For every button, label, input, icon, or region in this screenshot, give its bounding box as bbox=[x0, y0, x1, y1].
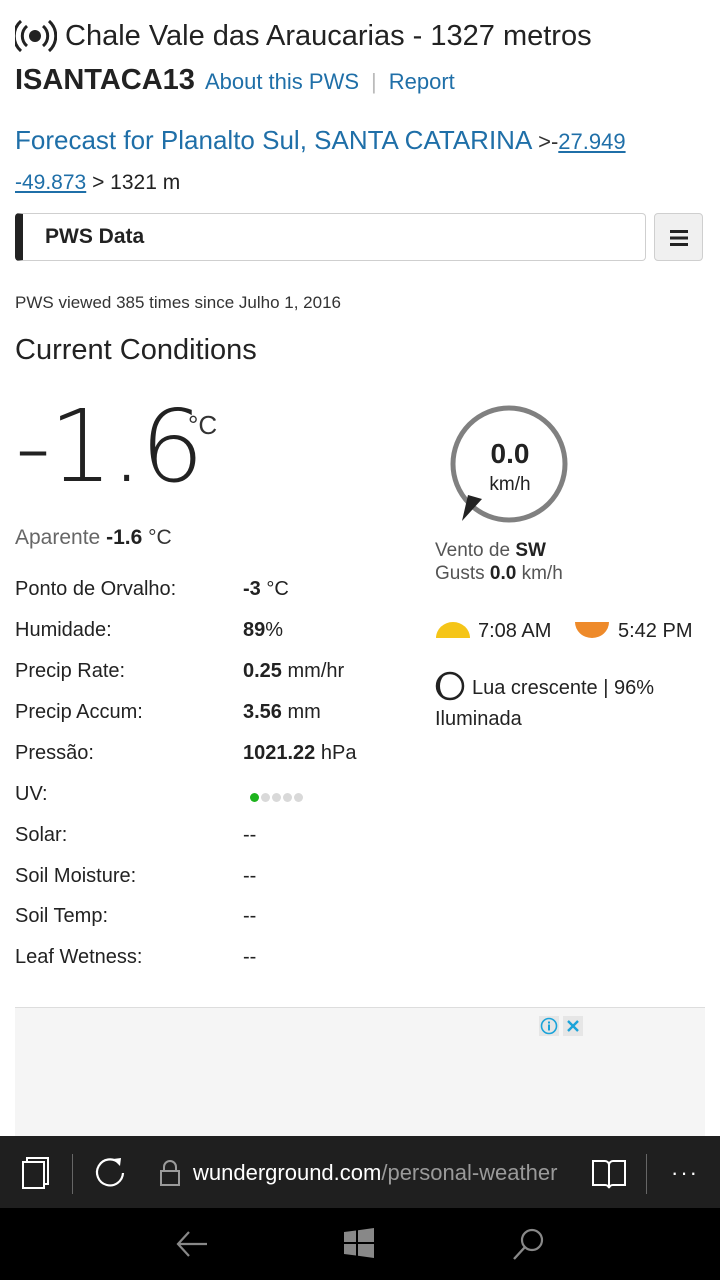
condition-value: -- bbox=[243, 865, 257, 887]
condition-label: UV: bbox=[15, 783, 48, 805]
wind-direction-label: Vento de bbox=[435, 540, 511, 561]
coordinates-line: -49.873 > 1321 m bbox=[15, 171, 180, 195]
moon-phase-text: Lua crescente | 96% Iluminada bbox=[435, 677, 654, 730]
station-id-row: ISANTACA13 About this PWS | Report bbox=[15, 64, 455, 97]
lock-icon bbox=[160, 1160, 180, 1186]
feels-like-value: -1.6 bbox=[106, 526, 143, 549]
uv-dot bbox=[261, 793, 270, 802]
pws-data-dropdown[interactable]: PWS Data bbox=[15, 213, 646, 261]
more-options-icon[interactable]: ··· bbox=[671, 1160, 699, 1186]
condition-label: Precip Accum: bbox=[15, 701, 143, 723]
condition-label: Soil Moisture: bbox=[15, 865, 137, 887]
report-link[interactable]: Report bbox=[389, 69, 455, 95]
sunset-time: 5:42 PM bbox=[618, 620, 693, 642]
condition-row-humidity: Humidade: 89% bbox=[15, 619, 415, 649]
temperature-unit: °C bbox=[188, 410, 218, 440]
sunset-icon bbox=[575, 622, 609, 638]
wind-speed-unit: km/h bbox=[489, 474, 531, 495]
wind-speed: 0.0 bbox=[490, 438, 530, 469]
forecast-arrow: > bbox=[538, 129, 551, 154]
tabs-icon[interactable] bbox=[20, 1156, 52, 1190]
ad-close-icon[interactable] bbox=[563, 1016, 583, 1036]
condition-row-pressure: Pressão: 1021.22 hPa bbox=[15, 742, 415, 772]
forecast-link[interactable]: Forecast for Planalto Sul, SANTA CATARIN… bbox=[15, 125, 531, 155]
wind-direction: Vento de SW bbox=[435, 540, 546, 562]
condition-label: Precip Rate: bbox=[15, 660, 126, 682]
condition-row-solar: Solar: -- bbox=[15, 824, 415, 854]
url-path: /personal-weather bbox=[381, 1160, 558, 1185]
feels-like-unit: °C bbox=[148, 526, 172, 549]
condition-value: -- bbox=[243, 946, 257, 968]
advertisement-area bbox=[15, 1007, 705, 1138]
condition-unit: °C bbox=[266, 578, 289, 600]
condition-label: Humidade: bbox=[15, 619, 112, 641]
refresh-icon[interactable] bbox=[92, 1155, 128, 1191]
condition-label: Solar: bbox=[15, 824, 68, 846]
hamburger-icon bbox=[670, 230, 688, 246]
wind-direction-value: SW bbox=[515, 540, 546, 561]
condition-unit: hPa bbox=[320, 742, 357, 764]
condition-row-precip-accum: Precip Accum: 3.56 mm bbox=[15, 701, 415, 731]
condition-value: -- bbox=[243, 824, 257, 846]
condition-unit: mm/hr bbox=[287, 660, 345, 682]
address-bar[interactable]: wunderground.com/personal-weather bbox=[193, 1160, 557, 1186]
menu-button[interactable] bbox=[654, 213, 703, 261]
sunrise-icon bbox=[436, 622, 470, 638]
toolbar-divider bbox=[72, 1154, 73, 1194]
condition-label: Leaf Wetness: bbox=[15, 946, 143, 968]
condition-value: 0.25 bbox=[243, 660, 282, 682]
uv-dot bbox=[283, 793, 292, 802]
latitude-link[interactable]: 27.949 bbox=[558, 129, 625, 154]
condition-value: 3.56 bbox=[243, 701, 282, 723]
toolbar-divider bbox=[646, 1154, 647, 1194]
about-pws-link[interactable]: About this PWS bbox=[205, 69, 359, 95]
gusts-label: Gusts bbox=[435, 563, 485, 584]
condition-value: -- bbox=[243, 905, 257, 927]
wind-gusts: Gusts 0.0 km/h bbox=[435, 563, 563, 585]
gusts-unit: km/h bbox=[521, 563, 563, 584]
section-title: Current Conditions bbox=[15, 334, 257, 366]
gusts-value: 0.0 bbox=[489, 563, 517, 584]
condition-row-precip-rate: Precip Rate: 0.25 mm/hr bbox=[15, 660, 415, 690]
station-name: Chale Vale das Araucarias - 1327 metros bbox=[65, 19, 592, 52]
condition-row-soil-moisture: Soil Moisture: -- bbox=[15, 865, 415, 895]
station-id: ISANTACA13 bbox=[15, 64, 195, 96]
uv-dot bbox=[272, 793, 281, 802]
forecast-line: Forecast for Planalto Sul, SANTA CATARIN… bbox=[15, 125, 626, 156]
broadcast-icon bbox=[15, 19, 57, 53]
uv-dot bbox=[294, 793, 303, 802]
uv-index-dots bbox=[250, 793, 305, 802]
condition-value: 89 bbox=[243, 619, 266, 641]
feels-like: Aparente -1.6 °C bbox=[15, 526, 172, 550]
condition-row-dewpoint: Ponto de Orvalho: -3 °C bbox=[15, 578, 415, 608]
longitude-link[interactable]: -49.873 bbox=[15, 171, 86, 194]
station-title: Chale Vale das Araucarias - 1327 metros bbox=[15, 18, 592, 54]
dropdown-label: PWS Data bbox=[45, 225, 145, 248]
link-separator: | bbox=[371, 69, 377, 94]
condition-label: Soil Temp: bbox=[15, 905, 109, 927]
sunrise-time: 7:08 AM bbox=[478, 620, 552, 642]
condition-row-uv: UV: bbox=[15, 783, 415, 813]
reading-view-icon[interactable] bbox=[591, 1157, 627, 1191]
uv-dot bbox=[250, 793, 259, 802]
search-icon[interactable] bbox=[511, 1226, 547, 1262]
feels-like-label: Aparente bbox=[15, 526, 101, 549]
temperature-value: -1.6 bbox=[15, 388, 204, 505]
condition-unit: % bbox=[265, 619, 284, 641]
condition-row-leaf-wetness: Leaf Wetness: -- bbox=[15, 946, 415, 976]
back-arrow-icon[interactable] bbox=[175, 1227, 209, 1261]
elevation-text: > 1321 m bbox=[92, 171, 181, 194]
condition-label: Ponto de Orvalho: bbox=[15, 578, 177, 600]
condition-value: 1021.22 bbox=[243, 742, 316, 764]
url-host: wunderground.com bbox=[193, 1160, 382, 1185]
ad-info-icon[interactable] bbox=[539, 1016, 559, 1036]
condition-row-soil-temp: Soil Temp: -- bbox=[15, 905, 415, 935]
condition-unit: mm bbox=[287, 701, 321, 723]
condition-label: Pressão: bbox=[15, 742, 94, 764]
windows-icon[interactable] bbox=[343, 1227, 375, 1259]
views-count-text: PWS viewed 385 times since Julho 1, 2016 bbox=[15, 293, 342, 312]
condition-value: -3 bbox=[243, 578, 261, 600]
